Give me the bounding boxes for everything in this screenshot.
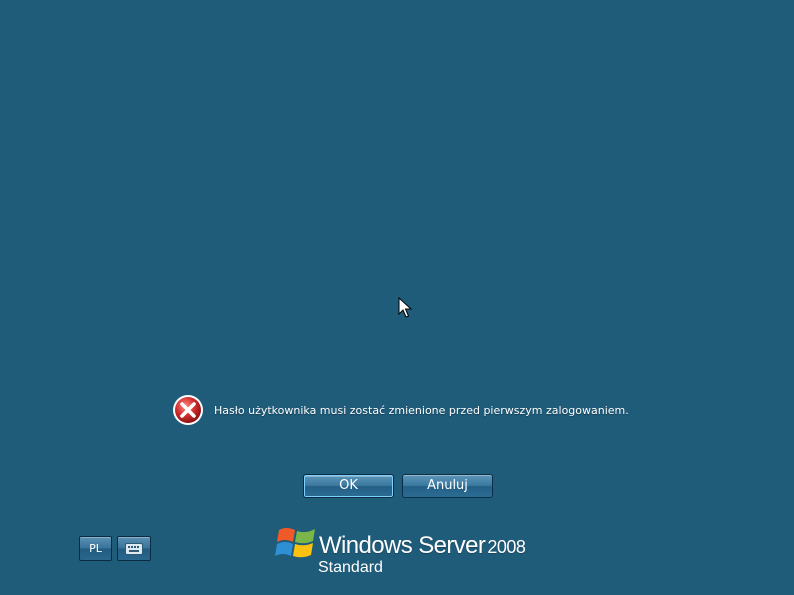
brand-version: 2008 (487, 537, 526, 557)
logon-screen: Hasło użytkownika musi zostać zmienione … (0, 0, 794, 595)
ok-button[interactable]: OK (303, 474, 394, 498)
cancel-button[interactable]: Anuluj (402, 474, 493, 498)
windows-flag-icon (275, 528, 315, 558)
on-screen-keyboard-button[interactable] (117, 536, 151, 561)
language-button[interactable]: PL (79, 536, 112, 561)
error-icon (173, 395, 203, 425)
keyboard-icon (125, 542, 143, 555)
mouse-pointer-icon (398, 297, 412, 318)
error-message: Hasło użytkownika musi zostać zmienione … (172, 394, 629, 426)
brand-product: Windows Server (319, 532, 486, 559)
error-message-text: Hasło użytkownika musi zostać zmienione … (214, 403, 629, 417)
windows-server-logo: Windows Server 2008 Standard (275, 522, 535, 578)
brand-name: Windows Server 2008 (319, 532, 526, 561)
brand-edition: Standard (318, 559, 383, 576)
